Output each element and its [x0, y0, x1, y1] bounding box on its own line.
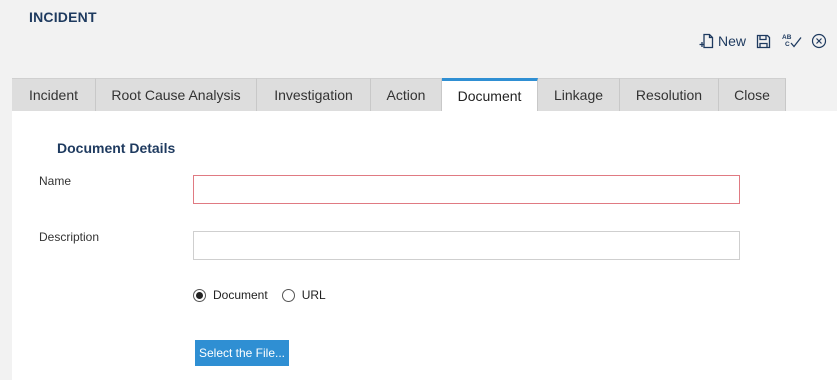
radio-document[interactable]	[193, 288, 206, 302]
svg-text:AB: AB	[782, 34, 792, 41]
tab-incident[interactable]: Incident	[12, 78, 96, 111]
tab-close[interactable]: Close	[719, 78, 786, 111]
radio-document-label: Document	[213, 288, 268, 302]
page-title: INCIDENT	[29, 9, 97, 25]
tab-resolution[interactable]: Resolution	[620, 78, 719, 111]
tab-investigation[interactable]: Investigation	[257, 78, 371, 111]
description-input[interactable]	[193, 231, 740, 260]
new-document-icon	[699, 33, 714, 49]
description-label: Description	[39, 230, 100, 244]
radio-url[interactable]	[281, 288, 295, 302]
section-title: Document Details	[57, 140, 176, 156]
radio-selected-dot	[196, 291, 203, 299]
tab-document[interactable]: Document	[442, 78, 538, 111]
radio-option-url[interactable]: URL	[281, 288, 326, 302]
new-button[interactable]: New	[699, 33, 746, 49]
close-circle-icon	[811, 33, 827, 49]
close-button[interactable]	[811, 33, 827, 49]
radio-option-document[interactable]: Document	[193, 288, 268, 302]
tab-bar: Incident Root Cause Analysis Investigati…	[12, 78, 786, 111]
radio-url-label: URL	[301, 288, 326, 302]
save-icon	[756, 34, 771, 48]
new-button-label: New	[717, 33, 746, 49]
tab-linkage[interactable]: Linkage	[538, 78, 620, 111]
tab-action[interactable]: Action	[371, 78, 442, 111]
save-button[interactable]	[756, 34, 771, 49]
spellcheck-icon: AB C	[782, 34, 802, 48]
name-input[interactable]	[193, 175, 740, 204]
select-file-button[interactable]: Select the File...	[195, 340, 289, 366]
tab-root-cause-analysis[interactable]: Root Cause Analysis	[96, 78, 257, 111]
name-label: Name	[39, 174, 72, 188]
document-type-radio-group: Document URL	[193, 288, 340, 302]
spellcheck-button[interactable]: AB C	[781, 32, 803, 50]
svg-text:C: C	[785, 41, 790, 48]
document-details-panel: Document Details Name Description Docume…	[12, 111, 837, 380]
toolbar: New AB C	[690, 30, 827, 52]
